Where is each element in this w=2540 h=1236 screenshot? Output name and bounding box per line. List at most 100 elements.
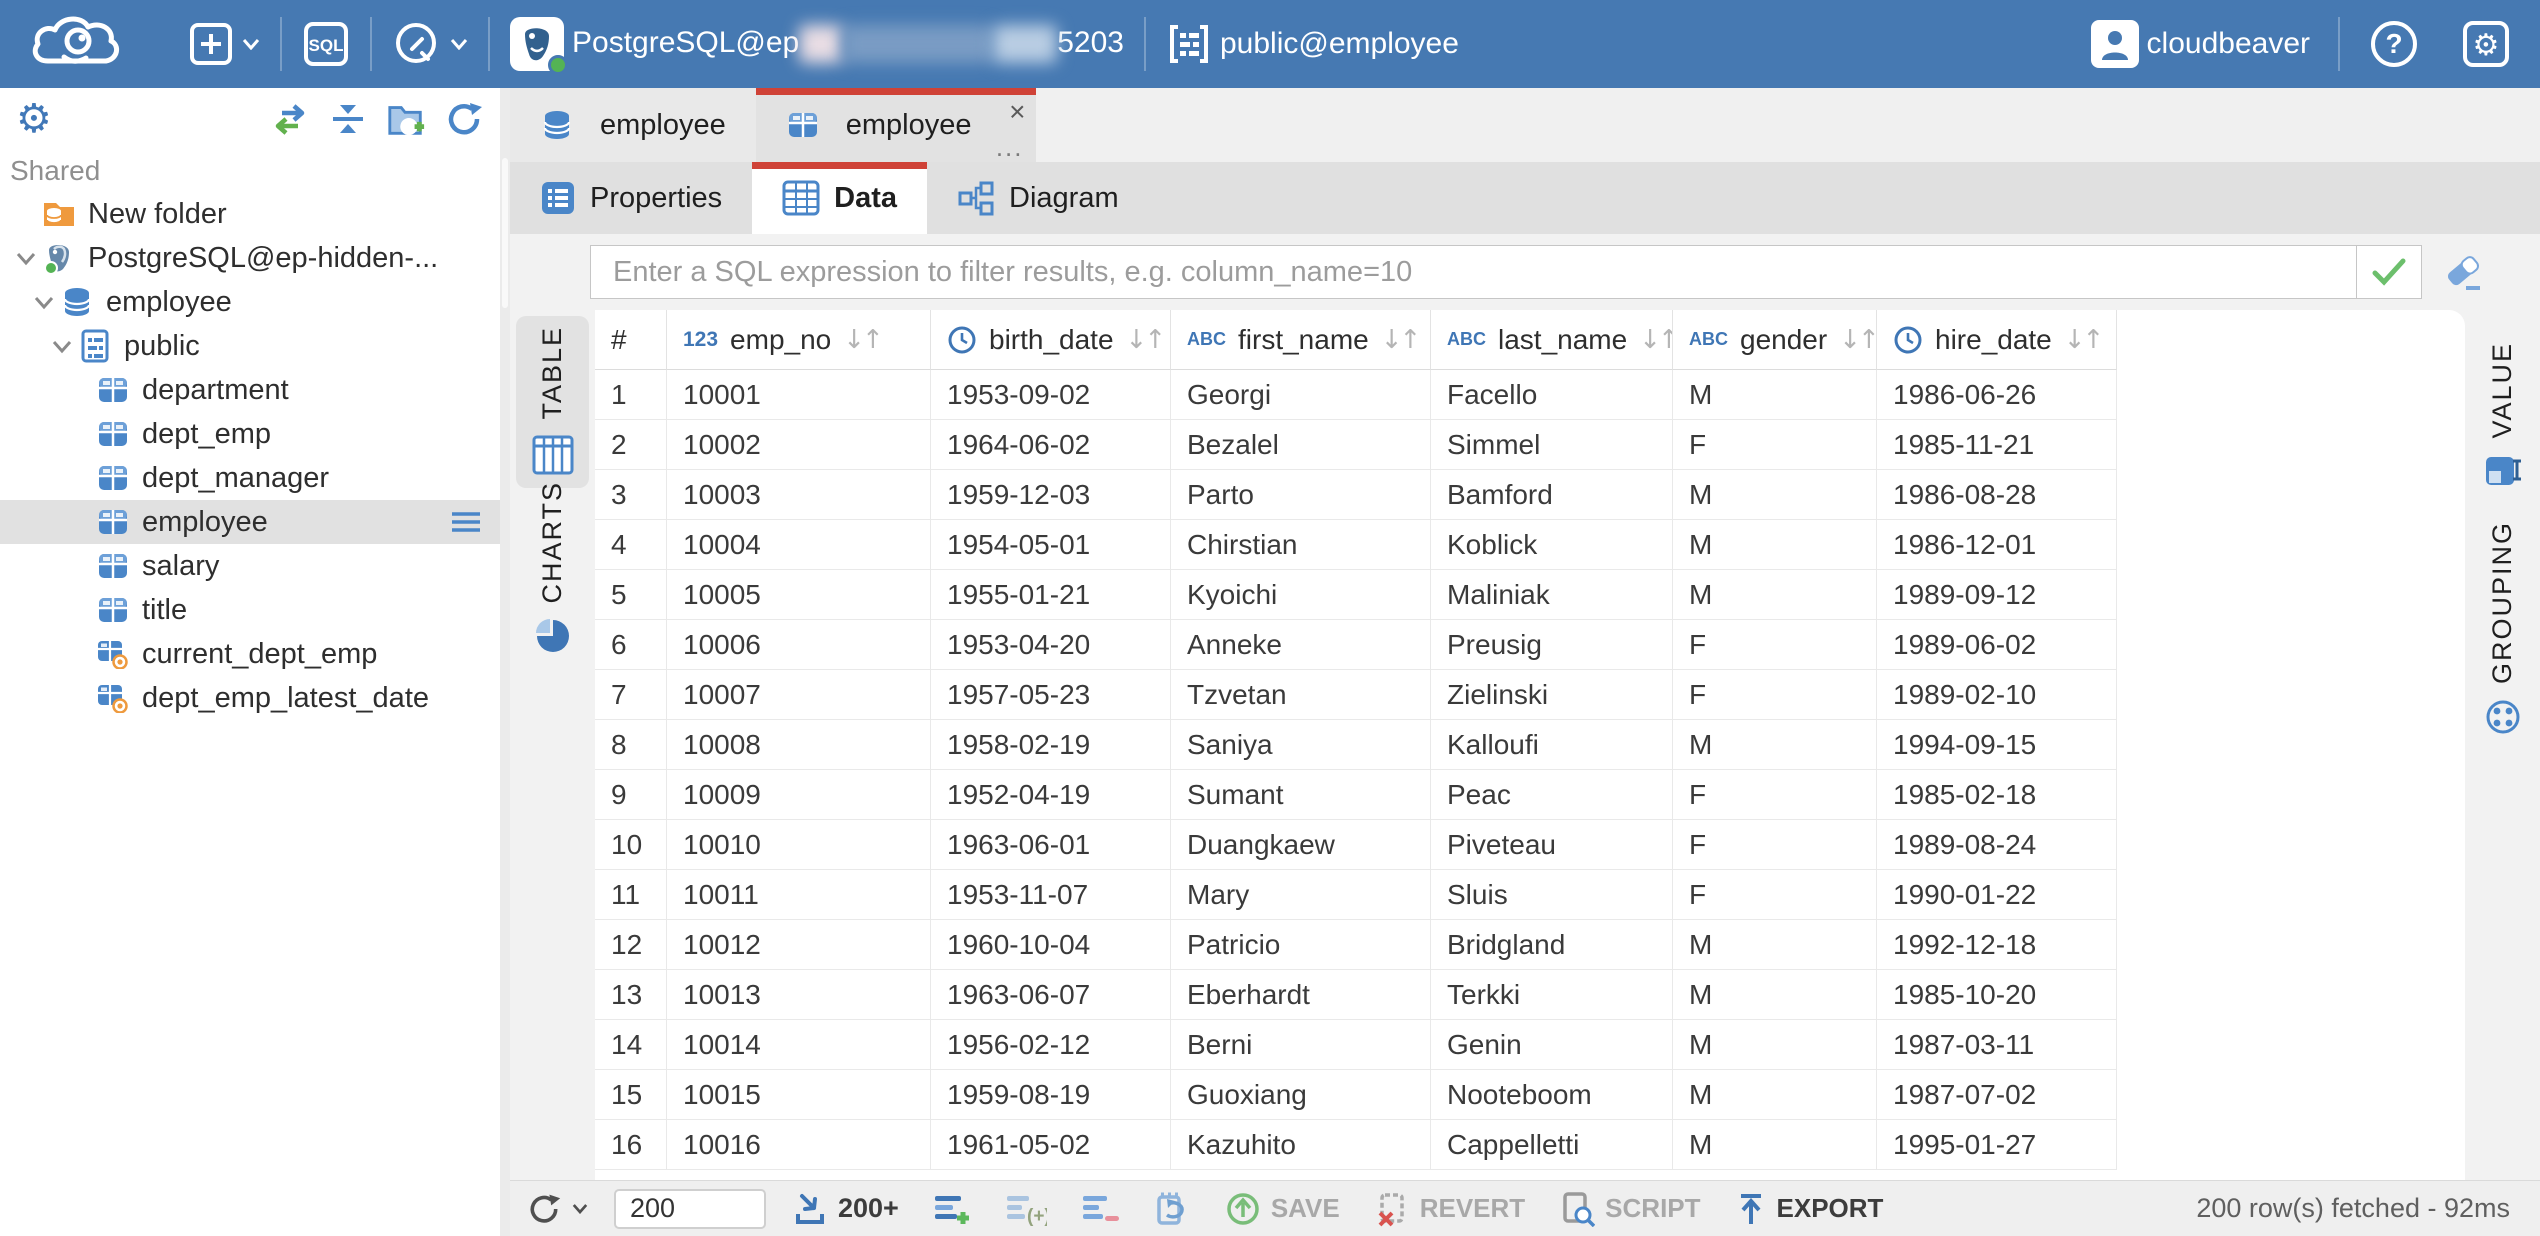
cell-last_name[interactable]: Preusig [1431, 620, 1673, 670]
cell-emp_no[interactable]: 10012 [667, 920, 931, 970]
cell-first_name[interactable]: Bezalel [1171, 420, 1431, 470]
cloudbeaver-logo[interactable] [0, 0, 142, 88]
rail-tab-charts[interactable]: CHARTS [510, 504, 595, 664]
cell-birth_date[interactable]: 1952-04-19 [931, 770, 1171, 820]
add-row-button[interactable] [933, 1192, 971, 1226]
cell-last_name[interactable]: Bamford [1431, 470, 1673, 520]
editor-tab-employee-table[interactable]: employee × ... [756, 88, 1036, 162]
cell-gender[interactable]: M [1673, 570, 1877, 620]
cell-last_name[interactable]: Kalloufi [1431, 720, 1673, 770]
sidebar-splitter[interactable] [500, 88, 510, 1236]
row-number-cell[interactable]: 10 [595, 820, 667, 870]
row-number-cell[interactable]: 4 [595, 520, 667, 570]
tree-item-department[interactable]: department [0, 368, 500, 412]
cell-birth_date[interactable]: 1963-06-01 [931, 820, 1171, 870]
row-number-cell[interactable]: 7 [595, 670, 667, 720]
column-header-last_name[interactable]: ABClast_name↓↑ [1431, 310, 1673, 370]
sort-icon[interactable]: ↓↑ [1126, 325, 1164, 355]
column-header-gender[interactable]: ABCgender↓↑ [1673, 310, 1877, 370]
cell-gender[interactable]: M [1673, 920, 1877, 970]
cell-hire_date[interactable]: 1992-12-18 [1877, 920, 2117, 970]
revert-button[interactable]: REVERT [1374, 1191, 1525, 1227]
sort-icon[interactable]: ↓↑ [1639, 325, 1673, 355]
sidebar-settings-icon[interactable]: ⚙ [16, 99, 52, 139]
sort-icon[interactable]: ↓↑ [843, 325, 881, 355]
cell-first_name[interactable]: Parto [1171, 470, 1431, 520]
rail-tab-grouping[interactable]: GROUPING [2484, 521, 2522, 736]
cell-first_name[interactable]: Guoxiang [1171, 1070, 1431, 1120]
cell-hire_date[interactable]: 1989-02-10 [1877, 670, 2117, 720]
cell-gender[interactable]: M [1673, 470, 1877, 520]
cell-birth_date[interactable]: 1953-09-02 [931, 370, 1171, 420]
cell-last_name[interactable]: Koblick [1431, 520, 1673, 570]
row-number-cell[interactable]: 13 [595, 970, 667, 1020]
cell-gender[interactable]: F [1673, 620, 1877, 670]
cell-last_name[interactable]: Terkki [1431, 970, 1673, 1020]
cell-first_name[interactable]: Kazuhito [1171, 1120, 1431, 1170]
cell-gender[interactable]: F [1673, 870, 1877, 920]
refresh-icon[interactable] [444, 99, 484, 139]
sort-icon[interactable]: ↓↑ [1381, 325, 1419, 355]
cell-emp_no[interactable]: 10002 [667, 420, 931, 470]
tree-item-dept-emp-latest-date[interactable]: dept_emp_latest_date [0, 676, 500, 720]
cell-birth_date[interactable]: 1960-10-04 [931, 920, 1171, 970]
cell-first_name[interactable]: Patricio [1171, 920, 1431, 970]
cell-gender[interactable]: M [1673, 1070, 1877, 1120]
cell-hire_date[interactable]: 1987-03-11 [1877, 1020, 2117, 1070]
cell-last_name[interactable]: Genin [1431, 1020, 1673, 1070]
cell-last_name[interactable]: Peac [1431, 770, 1673, 820]
row-number-cell[interactable]: 15 [595, 1070, 667, 1120]
settings-button[interactable]: ⚙ [2440, 0, 2540, 88]
cell-birth_date[interactable]: 1961-05-02 [931, 1120, 1171, 1170]
cell-emp_no[interactable]: 10006 [667, 620, 931, 670]
cell-gender[interactable]: F [1673, 670, 1877, 720]
cell-hire_date[interactable]: 1985-10-20 [1877, 970, 2117, 1020]
cell-birth_date[interactable]: 1954-05-01 [931, 520, 1171, 570]
cell-gender[interactable]: M [1673, 970, 1877, 1020]
cell-gender[interactable]: M [1673, 520, 1877, 570]
cell-hire_date[interactable]: 1994-09-15 [1877, 720, 2117, 770]
row-number-cell[interactable]: 6 [595, 620, 667, 670]
cell-birth_date[interactable]: 1959-08-19 [931, 1070, 1171, 1120]
cell-gender[interactable]: F [1673, 770, 1877, 820]
clear-filter-button[interactable] [2442, 252, 2484, 292]
cell-first_name[interactable]: Mary [1171, 870, 1431, 920]
cell-emp_no[interactable]: 10008 [667, 720, 931, 770]
apply-changes-button[interactable] [1153, 1191, 1191, 1227]
cell-emp_no[interactable]: 10001 [667, 370, 931, 420]
row-number-cell[interactable]: 1 [595, 370, 667, 420]
new-folder-icon[interactable] [386, 99, 426, 139]
apply-filter-button[interactable] [2356, 245, 2422, 299]
cell-hire_date[interactable]: 1990-01-22 [1877, 870, 2117, 920]
cell-birth_date[interactable]: 1957-05-23 [931, 670, 1171, 720]
cell-last_name[interactable]: Maliniak [1431, 570, 1673, 620]
refresh-results-button[interactable] [526, 1191, 588, 1227]
cell-emp_no[interactable]: 10004 [667, 520, 931, 570]
cell-emp_no[interactable]: 10005 [667, 570, 931, 620]
cell-first_name[interactable]: Tzvetan [1171, 670, 1431, 720]
tree-item-new-folder[interactable]: New folder [0, 192, 500, 236]
cell-birth_date[interactable]: 1953-04-20 [931, 620, 1171, 670]
link-editor-icon[interactable] [270, 99, 310, 139]
tree-item-current-dept-emp[interactable]: current_dept_emp [0, 632, 500, 676]
cell-last_name[interactable]: Cappelletti [1431, 1120, 1673, 1170]
row-number-cell[interactable]: 14 [595, 1020, 667, 1070]
cell-last_name[interactable]: Nooteboom [1431, 1070, 1673, 1120]
tab-data[interactable]: Data [752, 162, 927, 234]
cell-last_name[interactable]: Sluis [1431, 870, 1673, 920]
tab-properties[interactable]: Properties [510, 162, 752, 234]
rail-tab-table[interactable]: TABLE [516, 316, 589, 488]
cell-birth_date[interactable]: 1959-12-03 [931, 470, 1171, 520]
tree-item-postgresql-ep-hidden[interactable]: PostgreSQL@ep-hidden-... [0, 236, 500, 280]
delete-row-button[interactable] [1081, 1192, 1119, 1226]
schema-selector[interactable]: public@employee [1146, 0, 1479, 88]
cell-hire_date[interactable]: 1985-02-18 [1877, 770, 2117, 820]
close-icon[interactable]: × [1009, 98, 1025, 126]
cell-birth_date[interactable]: 1956-02-12 [931, 1020, 1171, 1070]
help-button[interactable]: ? [2348, 0, 2440, 88]
cell-emp_no[interactable]: 10013 [667, 970, 931, 1020]
row-number-cell[interactable]: 16 [595, 1120, 667, 1170]
collapse-all-icon[interactable] [328, 99, 368, 139]
cell-hire_date[interactable]: 1989-08-24 [1877, 820, 2117, 870]
active-connection-selector[interactable]: PostgreSQL@ep5203 [490, 0, 1144, 88]
